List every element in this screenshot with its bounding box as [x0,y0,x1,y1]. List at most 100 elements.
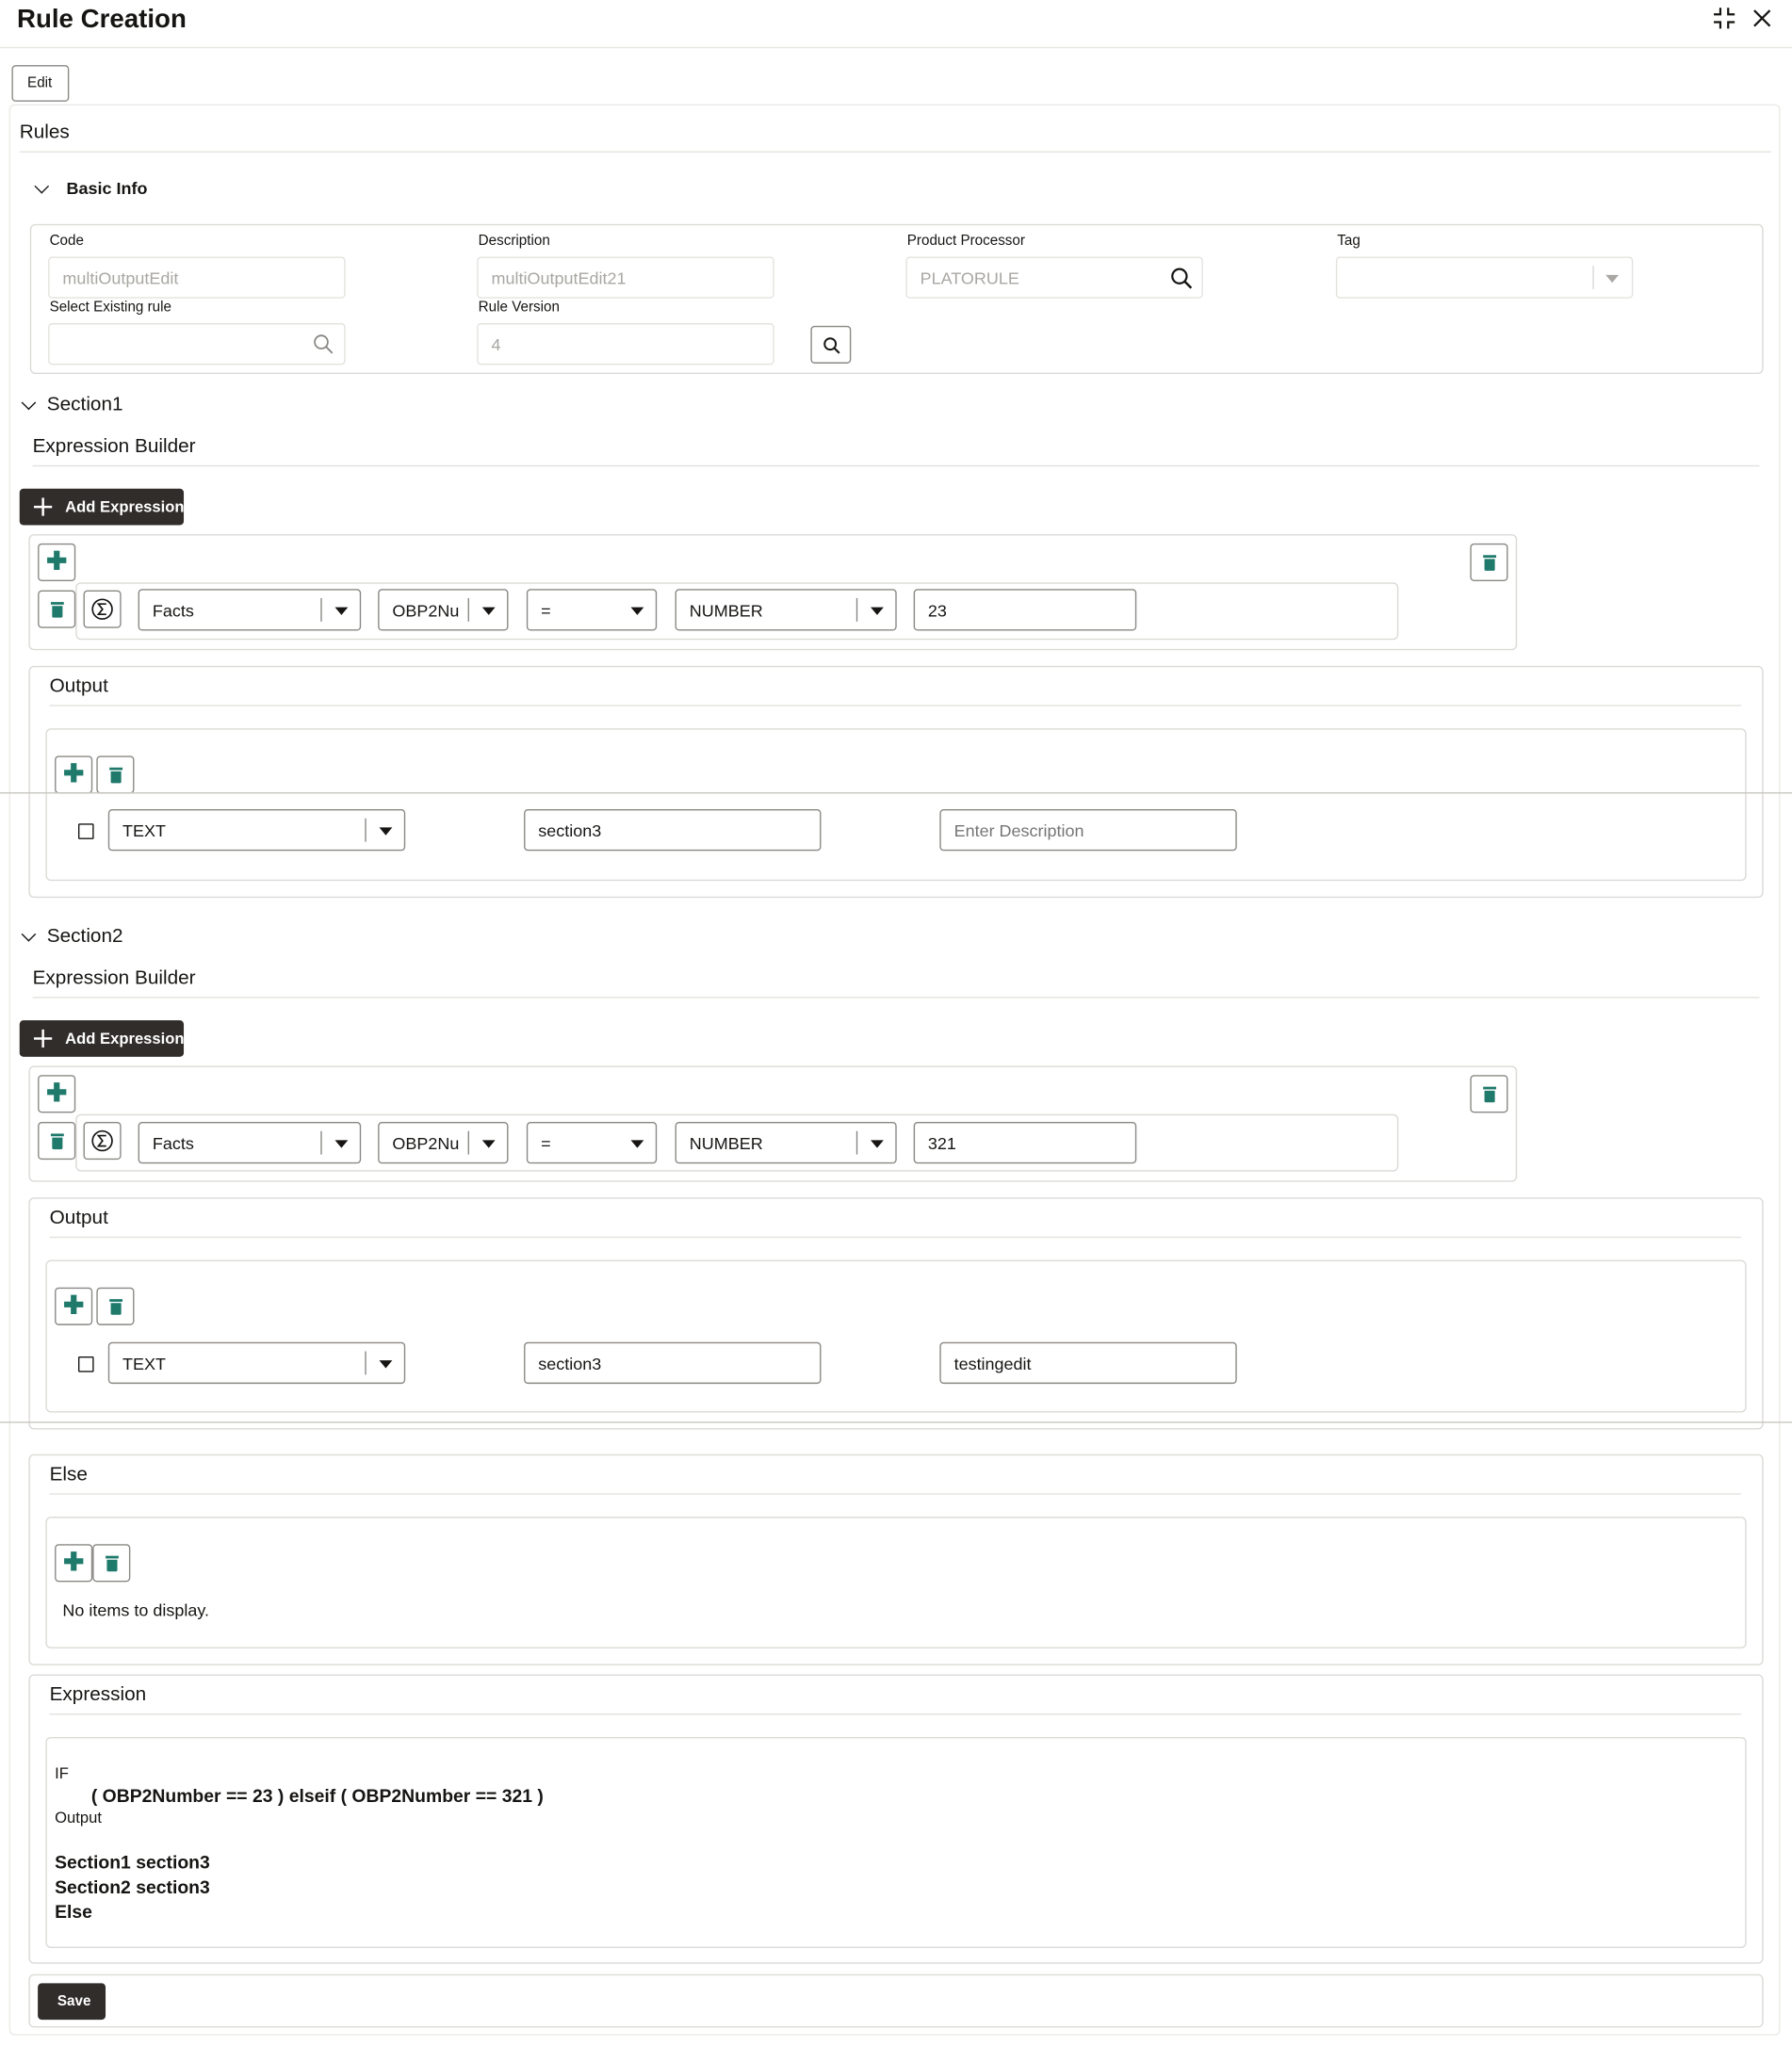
else-add-button[interactable]: ✚ [55,1544,93,1583]
product-processor-field[interactable] [905,256,1203,299]
section1-operator-select[interactable]: = [526,589,658,631]
description-field[interactable] [477,256,774,299]
section2-output-type-select[interactable]: TEXT [107,1341,406,1385]
section1-output-row-checkbox[interactable] [77,823,94,839]
section1-delete-group-button[interactable] [1470,543,1508,581]
plus-icon [33,1029,53,1048]
separator [320,597,322,622]
section2-output-value-field[interactable] [524,1341,822,1385]
section1-header: Section1 [46,393,123,416]
section1-output-delete-button[interactable] [96,755,135,794]
chevron-down-icon [630,1140,644,1148]
section2-fact-type-select[interactable]: Facts [138,1122,362,1164]
chevron-down-icon [481,1140,496,1148]
section1-output-description-field[interactable] [939,809,1237,852]
section1-value-field[interactable] [913,589,1137,631]
expression-condition: ( OBP2Number == 23 ) elseif ( OBP2Number… [90,1785,544,1807]
row-divider [0,1421,1792,1423]
section1-fact-type-select[interactable]: Facts [138,589,362,631]
section2-output-header: Output [49,1206,108,1229]
section2-add-condition-button[interactable]: ✚ [38,1075,76,1113]
rule-version-field[interactable] [477,323,774,365]
section2-expression-builder-label: Expression Builder [32,966,196,989]
search-icon[interactable] [1170,268,1193,290]
code-field[interactable] [48,256,346,299]
rule-creation-window: Rule Creation Edit Rules Basic Info Code… [0,0,1792,2043]
code-label: Code [49,233,84,250]
save-button[interactable]: Save [38,1983,106,2021]
description-label: Description [478,233,550,250]
section2-delete-group-button[interactable] [1470,1075,1508,1113]
section1-fact-value: OBP2Nu [392,600,460,621]
section1-delete-condition-button[interactable] [38,590,76,628]
section2-formula-button[interactable] [83,1122,122,1161]
expression-divider [49,1713,1742,1715]
trash-icon [108,767,122,783]
sigma-icon [91,1129,113,1152]
section2-output-divider [49,1236,1742,1239]
tag-select[interactable] [1335,256,1634,299]
chevron-down-icon [481,607,496,615]
product-processor-label: Product Processor [906,233,1025,250]
expression-header: Expression [49,1683,147,1706]
section1-output-value-field[interactable] [524,809,822,852]
section1-add-condition-button[interactable]: ✚ [38,543,76,581]
else-table [45,1517,1747,1648]
separator [365,818,367,842]
section1-data-type-value: NUMBER [689,600,763,621]
expression-output-line: Else [55,1901,92,1923]
chevron-down-icon [334,607,349,615]
section2-add-expression-button[interactable]: Add Expression [19,1020,185,1057]
edit-button-label: Edit [27,75,53,91]
section2-value-field[interactable] [913,1122,1137,1164]
collapse-icon[interactable] [1713,7,1736,30]
section2-output-add-button[interactable]: ✚ [55,1287,93,1325]
section2-data-type-select[interactable]: NUMBER [675,1122,897,1164]
section2-output-delete-button[interactable] [96,1287,135,1325]
section1-fact-select[interactable]: OBP2Nu [378,589,509,631]
section1-output-type-select[interactable]: TEXT [107,809,406,852]
tag-separator [1592,266,1594,290]
section2-delete-condition-button[interactable] [38,1122,76,1161]
chevron-down-icon [1605,274,1620,284]
search-icon[interactable] [313,333,334,354]
section1-data-type-select[interactable]: NUMBER [675,589,897,631]
edit-button[interactable]: Edit [11,65,70,102]
trash-icon [108,1298,122,1315]
section2-output-table [45,1259,1747,1413]
section1-divider [32,464,1760,467]
select-existing-field[interactable] [48,323,346,365]
section2-output-type-value: TEXT [122,1354,167,1373]
save-button-label: Save [57,1993,91,2010]
separator [467,1130,469,1155]
plus-icon: ✚ [46,548,68,576]
section1-output-add-button[interactable]: ✚ [55,755,93,794]
section1-output-divider [49,705,1742,706]
sigma-icon [91,598,113,620]
section2-operator-select[interactable]: = [526,1122,658,1164]
section2-output-description-field[interactable] [939,1341,1237,1385]
else-delete-button[interactable] [92,1544,131,1583]
else-header: Else [49,1463,88,1486]
section2-fact-value: OBP2Nu [392,1133,460,1154]
separator [365,1351,367,1375]
section2-output-row-checkbox[interactable] [77,1356,94,1372]
section1-output-table [45,728,1747,882]
section2-add-expression-label: Add Expression [65,1029,185,1048]
chevron-down-icon [871,607,884,615]
rule-version-search-button[interactable] [810,325,852,364]
expression-content [45,1736,1747,1949]
section1-output-type-value: TEXT [122,820,167,841]
section1-formula-button[interactable] [83,590,122,628]
section2-header: Section2 [46,925,123,948]
trash-icon [50,1132,64,1149]
section1-add-expression-label: Add Expression [65,497,185,516]
chevron-down-icon [379,1360,393,1369]
section2-fact-select[interactable]: OBP2Nu [378,1122,509,1164]
trash-icon [1482,554,1496,571]
section1-add-expression-button[interactable]: Add Expression [19,488,185,526]
close-icon[interactable] [1751,8,1772,28]
section1-output-header: Output [49,674,108,698]
plus-icon: ✚ [63,760,85,788]
rules-header: Rules [19,121,70,144]
